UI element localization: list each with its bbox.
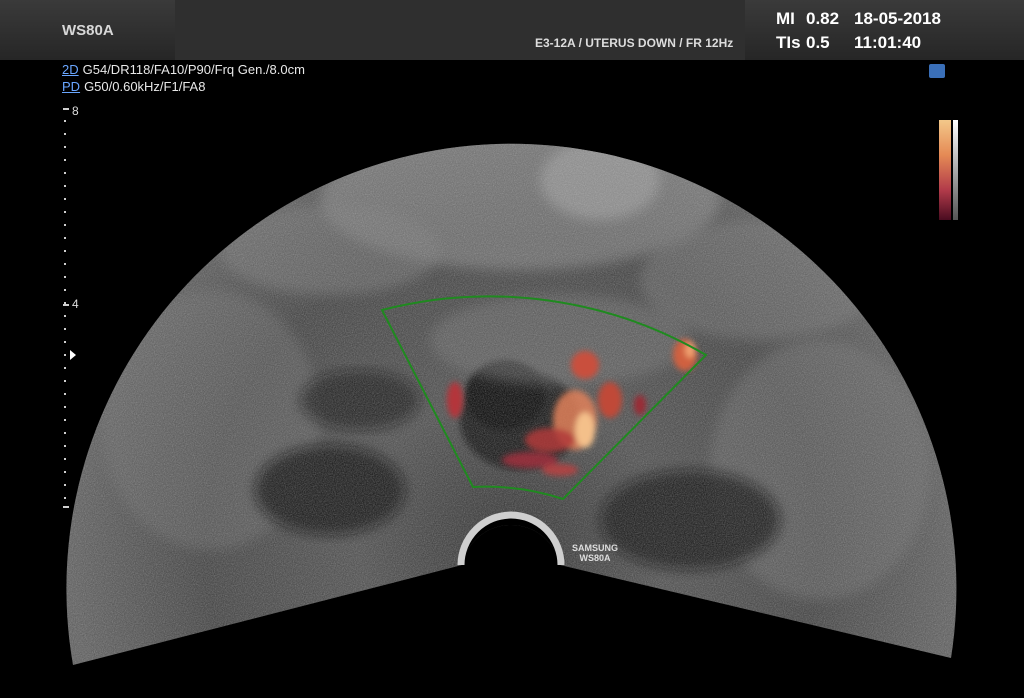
depth-tick xyxy=(64,341,66,343)
eye-icon[interactable] xyxy=(929,64,945,78)
depth-tick xyxy=(64,328,66,330)
depth-label-top: 8 xyxy=(72,104,79,118)
depth-tick xyxy=(64,354,66,356)
doppler-color-bar xyxy=(939,120,951,220)
depth-tick xyxy=(64,289,66,291)
depth-tick xyxy=(64,198,66,200)
depth-tick xyxy=(64,211,66,213)
depth-tick xyxy=(64,172,66,174)
depth-tick xyxy=(64,146,66,148)
depth-tick xyxy=(64,497,66,499)
depth-tick xyxy=(64,276,66,278)
depth-tick xyxy=(64,263,66,265)
scan-sector xyxy=(66,143,957,665)
depth-tick xyxy=(64,484,66,486)
depth-tick xyxy=(64,224,66,226)
doppler-color-bar-reference xyxy=(953,120,958,220)
watermark-line1: SAMSUNG xyxy=(571,543,618,553)
depth-label-mid: 4 xyxy=(72,297,79,311)
focus-marker-icon xyxy=(70,350,76,360)
depth-tick xyxy=(64,445,66,447)
depth-scale xyxy=(63,108,69,508)
probe-watermark: SAMSUNG WS80A xyxy=(560,543,630,563)
depth-tick xyxy=(64,133,66,135)
depth-tick xyxy=(64,302,66,304)
depth-tick xyxy=(64,159,66,161)
depth-tick xyxy=(64,250,66,252)
watermark-line2: WS80A xyxy=(579,553,611,563)
depth-tick xyxy=(64,419,66,421)
depth-tick xyxy=(64,315,66,317)
depth-tick xyxy=(64,471,66,473)
depth-tick xyxy=(64,237,66,239)
depth-tick xyxy=(64,406,66,408)
depth-tick xyxy=(64,120,66,122)
depth-tick xyxy=(64,185,66,187)
depth-tick xyxy=(64,367,66,369)
depth-tick xyxy=(64,380,66,382)
depth-tick xyxy=(64,458,66,460)
ultrasound-image xyxy=(63,108,957,665)
depth-tick xyxy=(64,432,66,434)
depth-tick xyxy=(64,393,66,395)
